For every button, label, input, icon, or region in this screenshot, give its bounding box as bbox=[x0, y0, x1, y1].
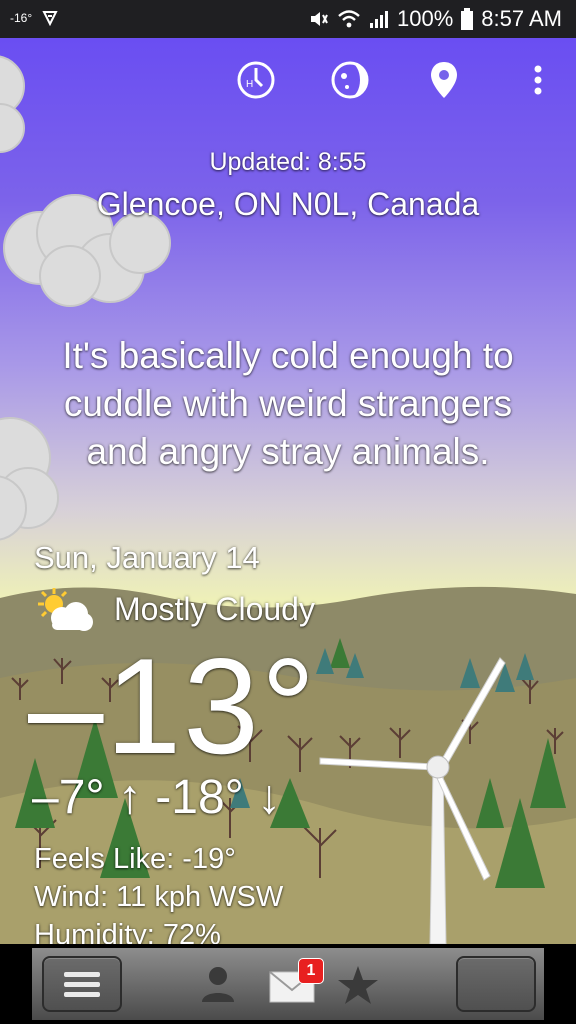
status-bar: -16° 100% 8:57 AM bbox=[0, 0, 576, 38]
top-toolbar: H bbox=[236, 60, 558, 100]
right-nav-button[interactable] bbox=[456, 956, 536, 1012]
more-vert-icon[interactable] bbox=[518, 60, 558, 100]
wifi-icon bbox=[338, 10, 360, 28]
battery-icon bbox=[461, 8, 474, 30]
updated-time: Updated: 8:55 bbox=[209, 148, 367, 176]
weather-details: Feels Like: -19° Wind: 11 kph WSW Humidi… bbox=[34, 840, 283, 944]
moon-phase-icon[interactable] bbox=[330, 60, 370, 100]
partly-cloudy-icon bbox=[38, 588, 93, 631]
status-temperature: -16° bbox=[10, 11, 33, 25]
mail-badge: 1 bbox=[298, 958, 324, 984]
location-pin-icon[interactable] bbox=[424, 60, 464, 100]
high-low-temperature: –7° ↑ -18° ↓ bbox=[32, 771, 282, 824]
humidity: Humidity: 72% bbox=[34, 919, 221, 944]
notification-icon bbox=[42, 11, 58, 26]
wind: Wind: 11 kph WSW bbox=[34, 881, 284, 913]
contacts-icon[interactable] bbox=[196, 962, 240, 1006]
forecast-date: Sun, January 14 bbox=[34, 540, 260, 575]
history-clock-icon[interactable]: H bbox=[236, 60, 276, 100]
condition-text: Mostly Cloudy bbox=[114, 590, 315, 627]
weather-scene: H Updated: 8:55 Glencoe, ON N0L, Canada … bbox=[0, 38, 576, 944]
location-name[interactable]: Glencoe, ON N0L, Canada bbox=[0, 186, 576, 223]
weather-quote: It's basically cold enough to cuddle wit… bbox=[62, 335, 514, 472]
current-temperature[interactable]: –13° bbox=[28, 638, 317, 774]
star-icon[interactable] bbox=[336, 964, 380, 1006]
condition-row: Mostly Cloudy bbox=[34, 586, 315, 632]
mute-vibrate-icon bbox=[311, 12, 328, 26]
clock: 8:57 AM bbox=[481, 6, 562, 31]
signal-icon bbox=[370, 11, 388, 28]
menu-button[interactable] bbox=[42, 956, 122, 1012]
hamburger-icon bbox=[64, 972, 100, 997]
bottom-nav bbox=[0, 944, 576, 1024]
feels-like: Feels Like: -19° bbox=[34, 843, 236, 875]
svg-text:H: H bbox=[246, 79, 253, 90]
battery-percent: 100% bbox=[397, 6, 454, 31]
